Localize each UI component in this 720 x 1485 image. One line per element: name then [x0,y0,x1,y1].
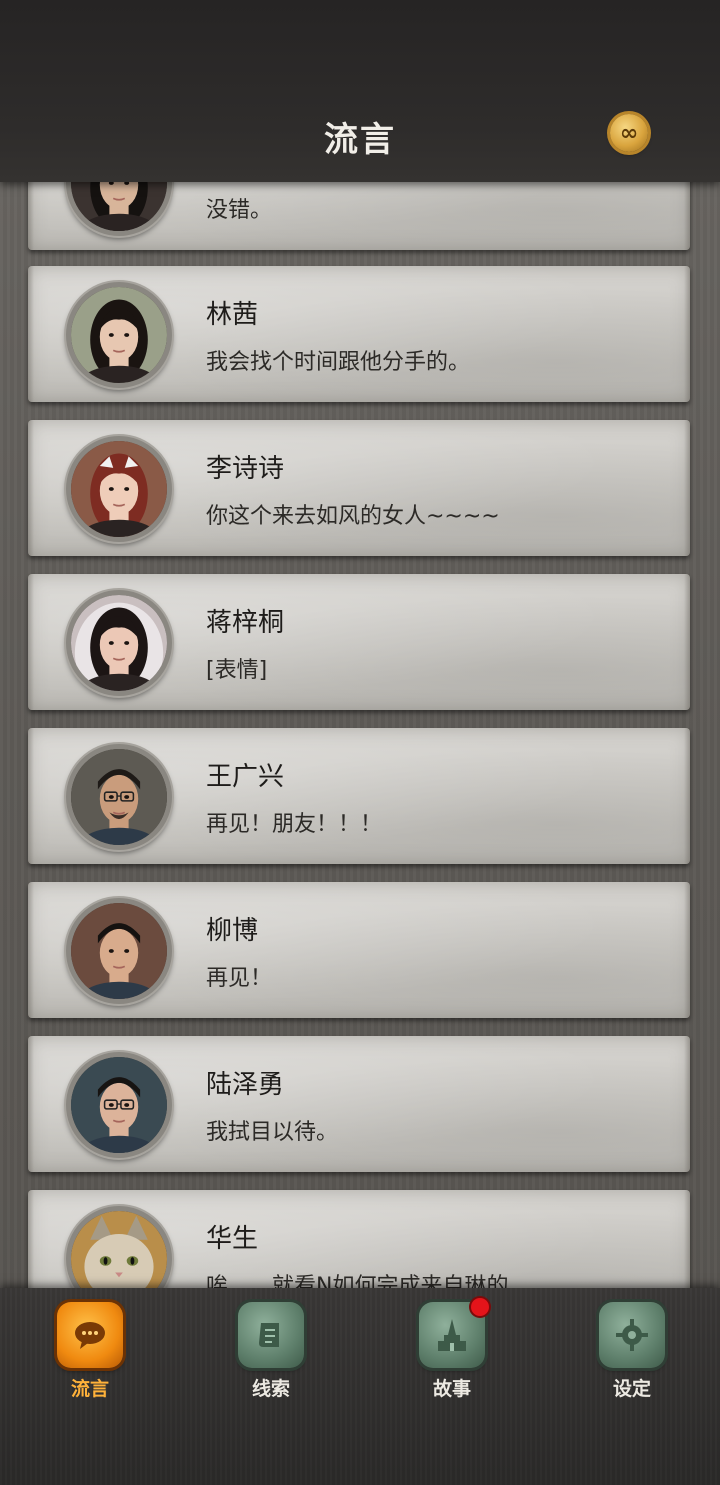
message-card[interactable]: 李诗诗你这个来去如风的女人~~~~ [28,420,690,556]
infinity-badge-icon[interactable]: ∞ [610,114,648,152]
avatar [66,898,172,1004]
message-preview: [表情] [206,658,268,683]
message-preview: 你这个来去如风的女人~~~~ [206,504,500,529]
message-preview: 我会找个时间跟他分手的。 [206,350,471,375]
nav-tab[interactable]: 线索 [211,1302,331,1412]
message-preview: 再见！ [206,966,273,991]
nav-tab[interactable]: 流言 [30,1302,150,1412]
nav-tab[interactable]: 设定 [572,1302,692,1412]
nav-tab-label: 故事 [432,1378,471,1400]
avatar [66,436,172,542]
avatar [66,1052,172,1158]
contact-name: 陆泽勇 [206,1070,285,1100]
message-preview: 没错。 [206,198,273,223]
message-card[interactable]: 柳博再见！ [28,882,690,1018]
message-card[interactable]: 王广兴再见！朋友！！！ [28,728,690,864]
top-bar: 流言 ∞ [0,0,720,182]
contact-name: 华生 [206,1224,259,1254]
nav-tab[interactable]: 故事 [392,1298,512,1412]
contact-name: 李诗诗 [206,454,285,484]
avatar [66,590,172,696]
message-card[interactable]: 蒋梓桐 [表情] [28,574,690,710]
contact-name: 蒋梓桐 [206,608,285,638]
bottom-nav: 流言 线索 故事 设定 [0,1288,720,1485]
message-preview: 唉……就看N如何完成来自琳的… [206,1274,531,1288]
message-preview: 我拭目以待。 [206,1120,339,1145]
nav-tab-label: 流言 [70,1378,109,1400]
gear-icon [599,1302,665,1368]
scroll-icon [238,1302,304,1368]
contact-name: 王广兴 [206,762,285,792]
message-card[interactable]: 华生唉……就看N如何完成来自琳的… [28,1190,690,1288]
avatar [66,1206,172,1288]
message-card[interactable]: 林茜我会找个时间跟他分手的。 [28,266,690,402]
contact-name: 林茜 [206,300,259,330]
contact-name: 柳博 [206,916,259,946]
message-preview: 再见！朋友！！！ [206,812,383,837]
nav-tab-label: 设定 [612,1378,651,1400]
notification-dot [471,1298,489,1316]
tower-icon [419,1298,489,1368]
avatar [66,282,172,388]
nav-tab-label: 线索 [251,1378,290,1400]
chat-bubble-icon [57,1302,123,1368]
message-card[interactable]: 陆泽勇 我拭目以待。 [28,1036,690,1172]
avatar [66,744,172,850]
message-list[interactable]: 没错。林茜我会找个时间跟他分手的。李诗诗你这个来去如风的女人~~~~ 蒋梓桐 [表情… [0,0,720,1288]
